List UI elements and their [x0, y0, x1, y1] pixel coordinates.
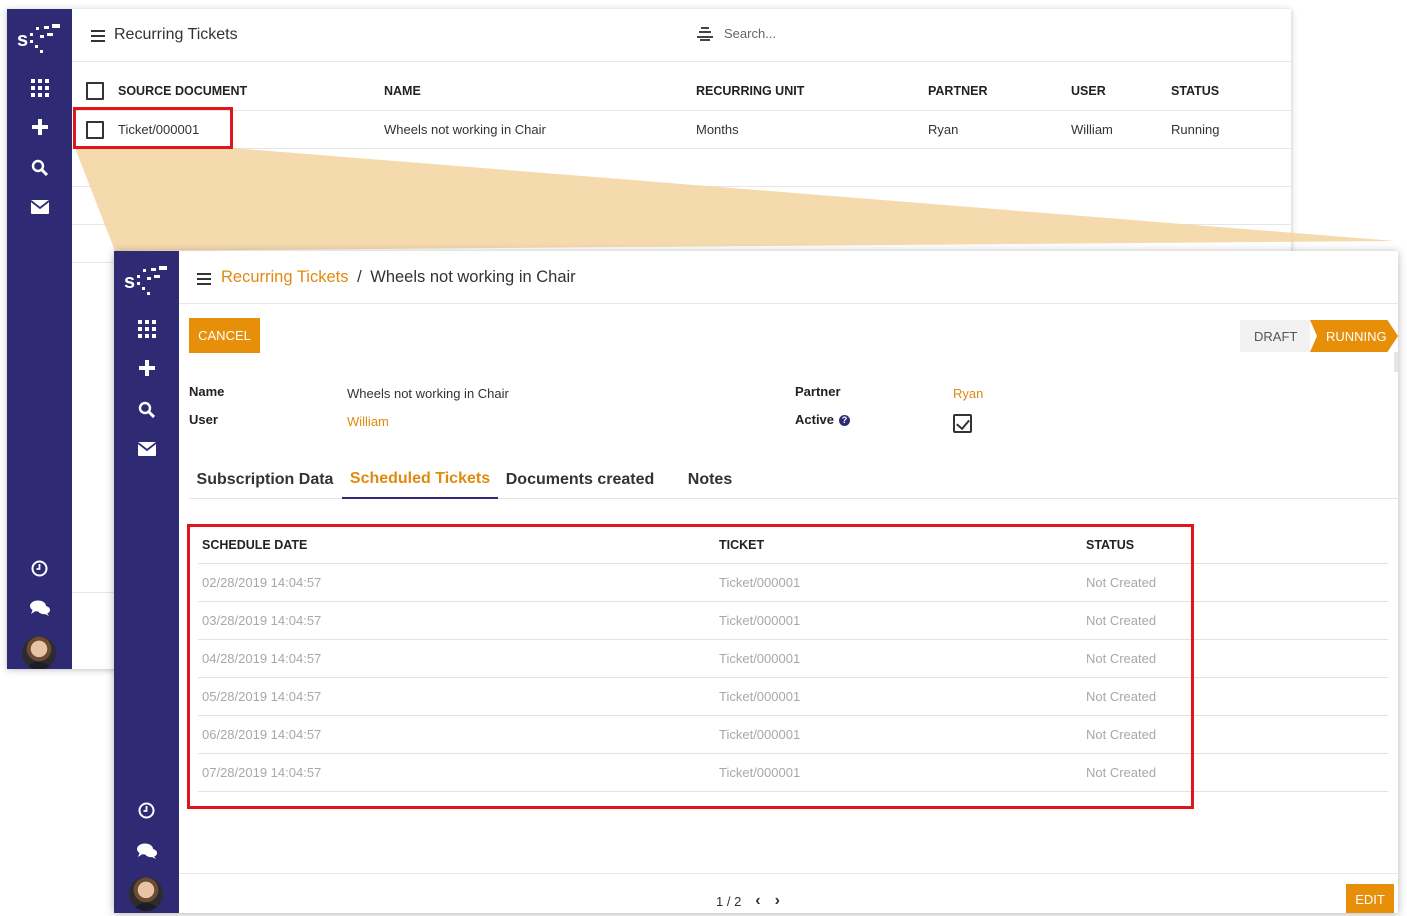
- form-footer: 1 / 2 ‹ › EDIT: [179, 873, 1398, 913]
- tab-subscription-data[interactable]: Subscription Data: [189, 461, 341, 499]
- active-label: Active?: [795, 412, 851, 427]
- cancel-button[interactable]: CANCEL: [189, 318, 260, 353]
- column-header[interactable]: TICKET: [719, 526, 764, 563]
- chevron-right-icon[interactable]: ›: [775, 892, 780, 910]
- ticket-cell: Ticket/000001: [719, 689, 801, 704]
- name-label: Name: [189, 384, 225, 399]
- status-stepper: DRAFT RUNNING: [1240, 320, 1398, 352]
- tab-scheduled-tickets[interactable]: Scheduled Tickets: [342, 461, 498, 499]
- status-step-draft[interactable]: DRAFT: [1240, 320, 1310, 352]
- user-value-link[interactable]: William: [347, 414, 389, 429]
- partner-value-link[interactable]: Ryan: [953, 386, 983, 401]
- screenshot-stage: s Recurring Tickets Search... SOURCE DOC…: [0, 0, 1407, 916]
- form-tabs: Subscription Data Scheduled Tickets Docu…: [189, 461, 1398, 499]
- hamburger-icon[interactable]: [197, 273, 211, 285]
- table-row[interactable]: 03/28/2019 14:04:57 Ticket/000001 Not Cr…: [198, 602, 1388, 640]
- status-cell: Not Created: [1086, 765, 1157, 780]
- schedule-header-row: SCHEDULE DATE TICKET STATUS: [198, 526, 1388, 564]
- status-step-running[interactable]: RUNNING: [1310, 320, 1398, 352]
- ticket-cell: Ticket/000001: [719, 651, 801, 666]
- user-avatar[interactable]: [129, 877, 163, 911]
- name-value: Wheels not working in Chair: [347, 386, 509, 401]
- schedule-date-cell: 05/28/2019 14:04:57: [202, 689, 322, 704]
- status-cell: Not Created: [1086, 651, 1157, 666]
- apps-grid-icon[interactable]: [114, 317, 179, 341]
- pager: 1 / 2 ‹ ›: [716, 892, 780, 910]
- front-window-form-view: s Recurring Tickets / Wheels not working…: [114, 251, 1398, 913]
- search-icon[interactable]: [114, 397, 179, 421]
- status-cell: Not Created: [1086, 613, 1157, 628]
- table-row[interactable]: 06/28/2019 14:04:57 Ticket/000001 Not Cr…: [198, 716, 1388, 754]
- breadcrumb: Recurring Tickets / Wheels not working i…: [221, 268, 576, 287]
- breadcrumb-parent-link[interactable]: Recurring Tickets: [221, 268, 348, 286]
- table-row[interactable]: 02/28/2019 14:04:57 Ticket/000001 Not Cr…: [198, 564, 1388, 602]
- table-row[interactable]: 04/28/2019 14:04:57 Ticket/000001 Not Cr…: [198, 640, 1388, 678]
- schedule-date-cell: 06/28/2019 14:04:57: [202, 727, 322, 742]
- clock-icon[interactable]: [114, 798, 179, 822]
- ticket-cell: Ticket/000001: [719, 575, 801, 590]
- tab-documents-created[interactable]: Documents created: [500, 461, 660, 499]
- ticket-cell: Ticket/000001: [719, 727, 801, 742]
- plus-icon[interactable]: [114, 356, 179, 380]
- schedule-date-cell: 04/28/2019 14:04:57: [202, 651, 322, 666]
- column-header[interactable]: SCHEDULE DATE: [202, 526, 307, 563]
- chevron-left-icon[interactable]: ‹: [755, 892, 760, 910]
- pager-label: 1 / 2: [716, 893, 742, 909]
- edit-button[interactable]: EDIT: [1346, 884, 1394, 913]
- ticket-cell: Ticket/000001: [719, 765, 801, 780]
- partner-label: Partner: [795, 384, 841, 399]
- schedule-date-cell: 03/28/2019 14:04:57: [202, 613, 322, 628]
- front-sidebar: s: [114, 251, 179, 913]
- table-row[interactable]: 05/28/2019 14:04:57 Ticket/000001 Not Cr…: [198, 678, 1388, 716]
- ticket-cell: Ticket/000001: [719, 613, 801, 628]
- chat-icon[interactable]: [114, 839, 179, 863]
- svg-text:s: s: [124, 271, 135, 293]
- table-row[interactable]: 07/28/2019 14:04:57 Ticket/000001 Not Cr…: [198, 754, 1388, 792]
- status-cell: Not Created: [1086, 727, 1157, 742]
- breadcrumb-current: Wheels not working in Chair: [370, 268, 576, 286]
- help-icon[interactable]: ?: [839, 414, 851, 426]
- tab-notes[interactable]: Notes: [662, 461, 758, 499]
- user-label: User: [189, 412, 218, 427]
- breadcrumb-separator: /: [357, 268, 362, 286]
- status-cell: Not Created: [1086, 575, 1157, 590]
- app-logo[interactable]: s: [123, 263, 171, 297]
- scrollbar[interactable]: [1394, 352, 1398, 372]
- column-header[interactable]: STATUS: [1086, 526, 1134, 563]
- schedule-date-cell: 07/28/2019 14:04:57: [202, 765, 322, 780]
- status-cell: Not Created: [1086, 689, 1157, 704]
- active-checkbox[interactable]: [953, 414, 972, 433]
- mail-icon[interactable]: [114, 437, 179, 461]
- active-label-text: Active: [795, 412, 835, 427]
- schedule-date-cell: 02/28/2019 14:04:57: [202, 575, 322, 590]
